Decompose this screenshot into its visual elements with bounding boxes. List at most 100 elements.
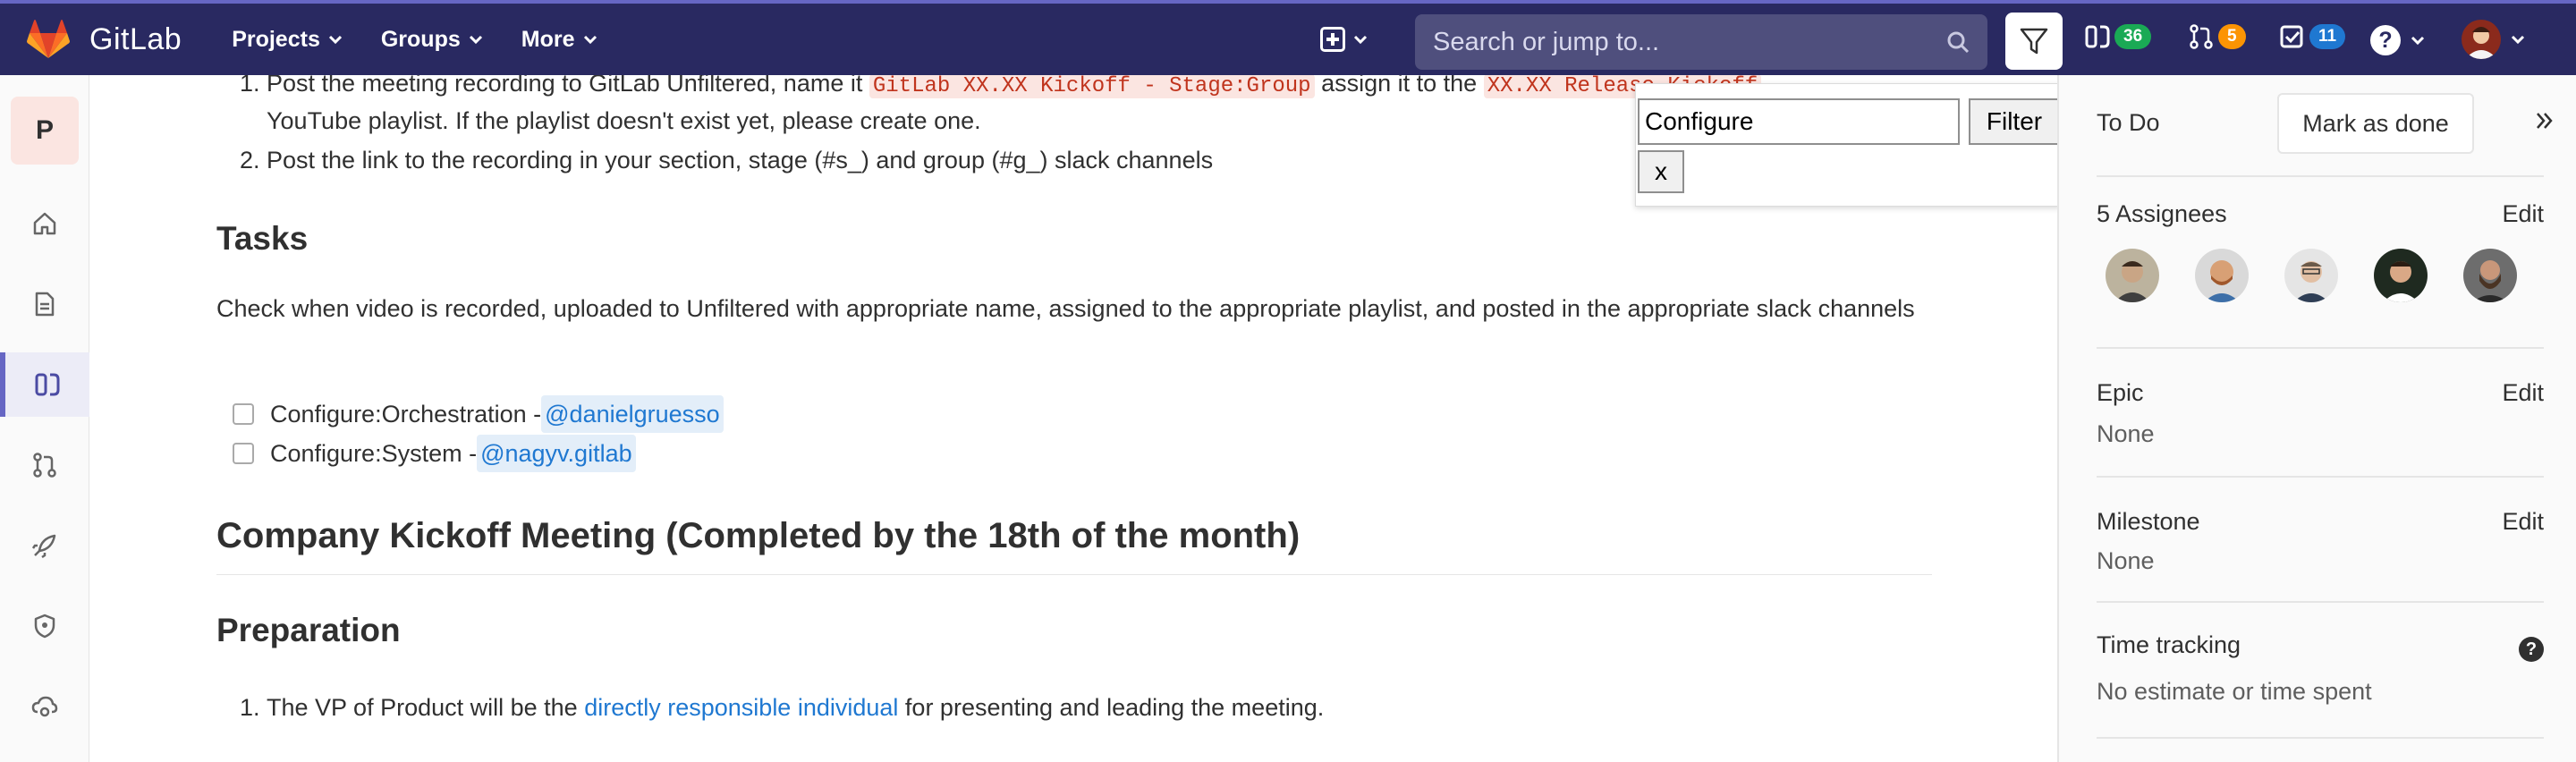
- nav-projects-label: Projects: [232, 26, 320, 52]
- main-nav: Projects Groups More: [232, 27, 635, 53]
- plus-square-icon: [1320, 27, 1345, 52]
- nav-actions: [1320, 4, 1383, 75]
- nav-more[interactable]: More: [521, 27, 598, 53]
- filter-close-button[interactable]: x: [1638, 150, 1684, 193]
- task-checkbox[interactable]: [233, 403, 254, 425]
- merge-requests-count-badge: 5: [2218, 24, 2246, 49]
- task-label: Configure:System -: [270, 440, 478, 467]
- collapse-sidebar-icon[interactable]: [2533, 109, 2556, 132]
- milestone-value: None: [2097, 547, 2155, 574]
- home-icon: [33, 212, 56, 235]
- issues-icon: [2085, 25, 2110, 48]
- nav-groups[interactable]: Groups: [381, 27, 484, 53]
- heading-divider: [216, 574, 1932, 575]
- task-label: Configure:Orchestration -: [270, 401, 542, 428]
- user-mention-link[interactable]: @nagyv.gitlab: [477, 435, 636, 472]
- todo-check-icon: [2280, 25, 2303, 48]
- search-input[interactable]: Search or jump to...: [1415, 14, 1987, 70]
- list-number: 1.: [240, 694, 260, 721]
- list-number: 2.: [240, 147, 260, 174]
- time-tracking-help-icon[interactable]: ?: [2519, 637, 2544, 662]
- filter-text-input[interactable]: [1638, 98, 1960, 145]
- prep-text-b: for presenting and leading the meeting.: [904, 694, 1325, 721]
- assignee-avatar[interactable]: [2374, 249, 2428, 302]
- chevron-down-icon: [469, 35, 482, 45]
- sidebar-item-repository[interactable]: [0, 272, 89, 336]
- sidebar-item-security[interactable]: [0, 594, 89, 658]
- prep-text-a: The VP of Product will be the: [267, 694, 578, 721]
- chevron-down-icon: [1353, 35, 1368, 45]
- assignee-avatar[interactable]: [2463, 249, 2517, 302]
- issue-right-sidebar: To Do Mark as done 5 Assignees Edit Epic…: [2057, 75, 2576, 762]
- step2-text: Post the link to the recording in your s…: [267, 147, 1214, 174]
- nav-groups-label: Groups: [380, 26, 461, 52]
- search-icon: [1947, 31, 1970, 54]
- merge-request-icon: [2190, 24, 2213, 49]
- user-menu[interactable]: [2462, 20, 2526, 59]
- todo-label: To Do: [2097, 109, 2160, 136]
- issues-counter[interactable]: 36: [2084, 23, 2152, 50]
- time-tracking-label: Time tracking: [2097, 631, 2241, 658]
- user-avatar: [2462, 20, 2501, 59]
- step1-line: Post the meeting recording to GitLab Unf…: [267, 75, 1762, 106]
- sidebar-item-operations[interactable]: [0, 674, 89, 739]
- todos-count-badge: 11: [2309, 24, 2346, 49]
- assignee-avatar[interactable]: [2106, 249, 2159, 302]
- document-icon: [35, 292, 55, 317]
- issues-count-badge: 36: [2114, 24, 2152, 49]
- nav-projects[interactable]: Projects: [232, 27, 343, 53]
- filter-button[interactable]: [2005, 13, 2063, 70]
- step1-continuation: YouTube playlist. If the playlist doesn'…: [267, 107, 981, 134]
- list-number: 1.: [240, 75, 260, 97]
- project-avatar[interactable]: P: [11, 97, 79, 165]
- brand-name: GitLab: [89, 21, 182, 56]
- issues-icon: [35, 373, 60, 396]
- step1-text-b: assign it to the: [1321, 75, 1478, 97]
- sidebar-divider: [2097, 175, 2544, 177]
- company-kickoff-heading: Company Kickoff Meeting (Completed by th…: [216, 516, 1301, 555]
- inline-code: GitLab XX.XX Kickoff - Stage:Group: [869, 75, 1315, 98]
- preparation-line: The VP of Product will be the directly r…: [267, 689, 1324, 726]
- filter-icon: [2020, 28, 2048, 55]
- task-item: Configure:Orchestration - @danielgruesso: [233, 395, 724, 433]
- sidebar-item-project-overview[interactable]: [0, 191, 89, 256]
- help-icon: ?: [2370, 25, 2401, 55]
- tasks-heading: Tasks: [216, 220, 309, 257]
- merge-requests-counter[interactable]: 5: [2188, 23, 2246, 50]
- sidebar-divider: [2097, 601, 2544, 603]
- dri-link[interactable]: directly responsible individual: [584, 694, 898, 721]
- step1-text-a: Post the meeting recording to GitLab Unf…: [267, 75, 863, 97]
- sidebar-item-ci-cd[interactable]: [0, 513, 89, 578]
- search-placeholder: Search or jump to...: [1433, 27, 1660, 56]
- sidebar-divider: [2097, 476, 2544, 478]
- epic-value: None: [2097, 420, 2155, 447]
- preparation-heading: Preparation: [216, 612, 401, 648]
- rocket-icon: [31, 534, 56, 559]
- filter-apply-button[interactable]: Filter: [1969, 98, 2060, 145]
- task-checkbox[interactable]: [233, 443, 254, 464]
- sidebar-divider: [2097, 347, 2544, 349]
- filter-popup: Filter x: [1635, 83, 2061, 207]
- project-sidebar: P: [0, 75, 89, 762]
- todos-counter[interactable]: 11: [2279, 23, 2346, 50]
- merge-request-icon: [33, 453, 56, 478]
- mark-as-done-button[interactable]: Mark as done: [2277, 93, 2474, 154]
- assignee-avatar[interactable]: [2195, 249, 2249, 302]
- shield-icon: [34, 614, 55, 639]
- user-mention-link[interactable]: @danielgruesso: [541, 395, 724, 433]
- edit-epic-link[interactable]: Edit: [2502, 379, 2544, 407]
- sidebar-item-merge-requests[interactable]: [0, 433, 89, 497]
- task-item: Configure:System - @nagyv.gitlab: [233, 435, 636, 472]
- top-navbar: GitLab Projects Groups More Search or ju…: [0, 0, 2576, 75]
- sidebar-divider: [2097, 737, 2544, 739]
- help-menu[interactable]: ?: [2370, 25, 2426, 55]
- sidebar-item-issues[interactable]: [0, 352, 89, 417]
- chevron-down-icon: [2411, 36, 2425, 46]
- gitlab-logo[interactable]: GitLab: [27, 20, 182, 59]
- assignee-avatar[interactable]: [2284, 249, 2338, 302]
- milestone-label: Milestone: [2097, 508, 2200, 535]
- chevron-down-icon: [2511, 35, 2525, 45]
- edit-milestone-link[interactable]: Edit: [2502, 508, 2544, 536]
- edit-assignees-link[interactable]: Edit: [2502, 200, 2544, 228]
- new-item-button[interactable]: [1320, 27, 1383, 52]
